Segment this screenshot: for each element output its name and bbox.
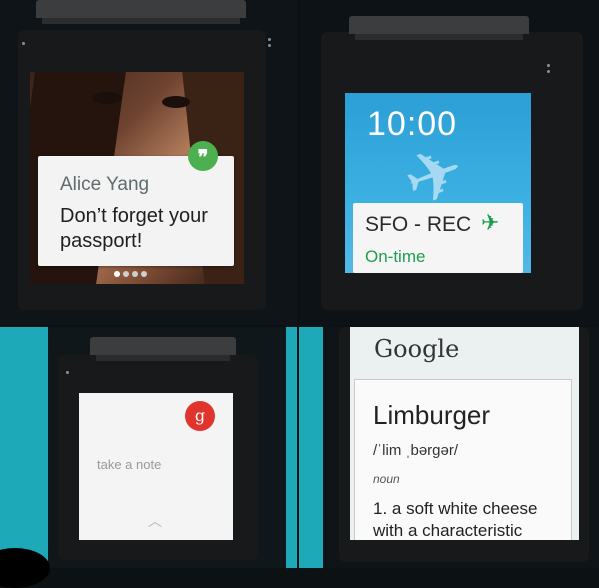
pronunciation: /ˈlim ˌbərgər/ [373,442,459,459]
flight-route: SFO - REC [365,213,472,236]
watch-strap [90,337,236,361]
notification-card[interactable]: Alice Yang Don’t forget your passport! [38,156,234,266]
page-indicator [114,271,147,279]
notification-message: Don’t forget your passport! [60,205,208,252]
photo-eye [162,96,190,108]
background-strip [286,327,297,568]
hangouts-icon: ❞ [188,141,218,171]
definition-text: 1. a soft white cheese with a characteri… [373,499,538,540]
watch-dot [22,42,25,45]
watch-dot [547,64,550,67]
note-screen[interactable]: g take a note ︿ [79,393,233,540]
google-logo: Google [374,335,460,363]
background-strip [299,327,323,568]
flight-card[interactable]: SFO - REC ✈ On-time [353,203,523,273]
notification-screen[interactable]: Alice Yang Don’t forget your passport! [30,72,244,284]
watch-strap [36,0,246,24]
page-dot [141,271,147,277]
watch-strap [349,16,529,40]
background-strip [0,327,48,568]
watch-dot [268,44,271,47]
watch-dot [66,371,69,374]
watch-dot [547,70,550,73]
definition-card[interactable]: Limburger /ˈlim ˌbərgər/ noun 1. a soft … [354,379,572,540]
note-prompt: take a note [97,457,162,472]
sender-name: Alice Yang [60,174,150,195]
page-dot [114,271,120,277]
google-search-icon: g [185,401,215,431]
page-dot [123,271,129,277]
photo-eye [92,92,122,104]
part-of-speech: noun [373,472,400,486]
airplane-icon: ✈ [481,211,500,236]
flight-status: On-time [365,247,426,266]
dictionary-word: Limburger [373,400,491,430]
chevron-up-icon[interactable]: ︿ [148,511,162,531]
page-dot [132,271,138,277]
dictionary-screen[interactable]: Google Limburger /ˈlim ˌbərgər/ noun 1. … [350,327,579,540]
watch-dot [268,38,271,41]
flight-screen[interactable]: 10:00 ✈ SFO - REC ✈ On-time [345,93,531,273]
